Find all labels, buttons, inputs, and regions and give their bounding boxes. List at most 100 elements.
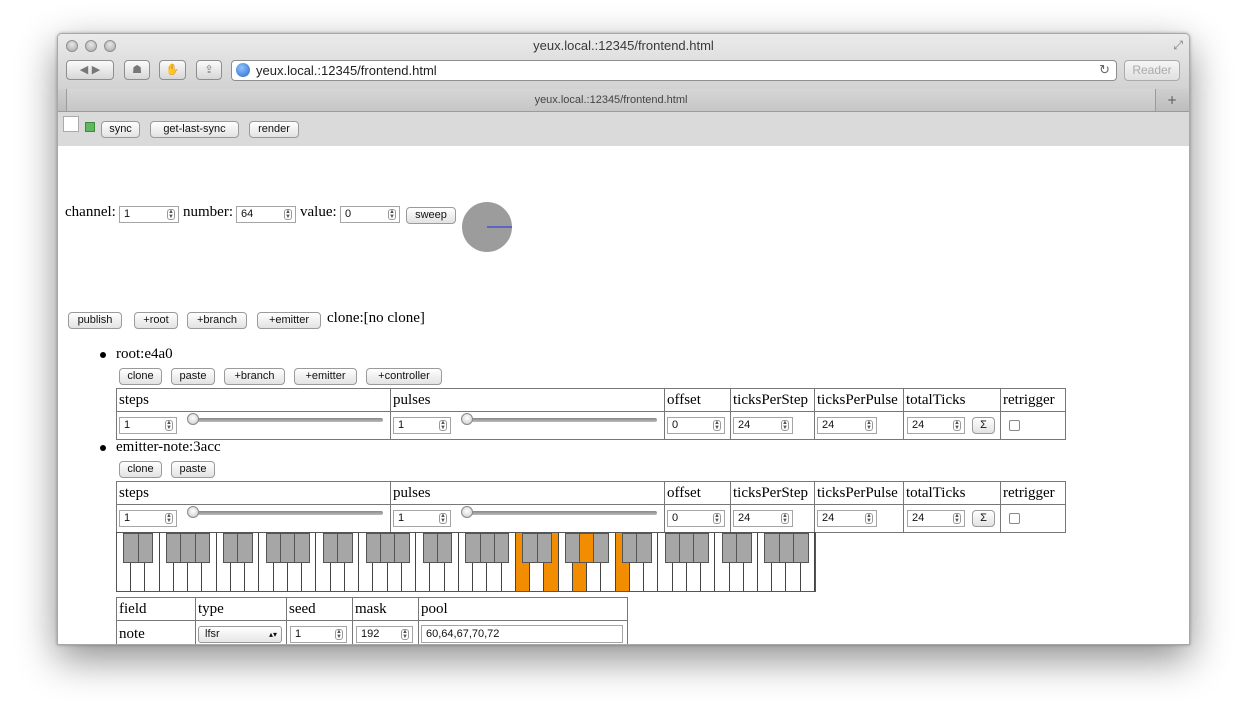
black-key[interactable] xyxy=(237,533,254,563)
root-ticks-per-pulse-input[interactable]: 24 ▲ ▼ xyxy=(817,417,877,434)
pool-cell: 60,64,67,70,72 xyxy=(418,620,628,644)
channel-input[interactable]: 1 ▲ ▼ xyxy=(119,206,179,223)
forward-icon[interactable]: ▶ xyxy=(92,63,100,76)
black-key[interactable] xyxy=(693,533,709,563)
emitter-sum-button[interactable]: Σ xyxy=(972,510,995,527)
reader-button[interactable]: Reader xyxy=(1124,60,1180,81)
header-pulses: pulses xyxy=(390,481,665,505)
root-add-branch-button[interactable]: +branch xyxy=(224,368,285,385)
emitter-total-ticks-input[interactable]: 24 ▲ ▼ xyxy=(907,510,965,527)
root-offset-input[interactable]: 0 ▲ ▼ xyxy=(667,417,725,434)
header-ticks-per-pulse: ticksPerPulse xyxy=(814,388,904,412)
black-key[interactable] xyxy=(593,533,610,563)
header-offset: offset xyxy=(664,481,731,505)
slider-handle[interactable] xyxy=(461,413,473,425)
emitter-pulses-input[interactable]: 1 ▲ ▼ xyxy=(393,510,451,527)
clone-status: clone:[no clone] xyxy=(327,310,425,326)
add-branch-button[interactable]: +branch xyxy=(187,312,247,329)
value-input[interactable]: 0 ▲ ▼ xyxy=(340,206,400,223)
header-ticks-per-step: ticksPerStep xyxy=(730,481,815,505)
black-key[interactable] xyxy=(337,533,353,563)
root-steps-input[interactable]: 1 ▲ ▼ xyxy=(119,417,177,434)
offset-cell: 0 ▲ ▼ xyxy=(664,504,731,533)
address-bar[interactable]: yeux.local.:12345/frontend.html ↻ xyxy=(231,60,1117,81)
window-title: yeux.local.:12345/frontend.html xyxy=(533,38,714,53)
active-tab[interactable]: yeux.local.:12345/frontend.html xyxy=(66,89,1156,111)
root-add-controller-button[interactable]: +controller xyxy=(366,368,442,385)
publish-button[interactable]: publish xyxy=(68,312,122,329)
note-seed-input[interactable]: 1 ▲ ▼ xyxy=(290,626,347,643)
steps-cell: 1 ▲ ▼ xyxy=(116,411,391,440)
black-key[interactable] xyxy=(792,533,809,563)
header-retrigger: retrigger xyxy=(1000,388,1066,412)
steps-cell: 1 ▲ ▼ xyxy=(116,504,391,533)
note-mask-input[interactable]: 192 ▲ ▼ xyxy=(356,626,413,643)
address-text[interactable]: yeux.local.:12345/frontend.html xyxy=(256,61,437,80)
ticks-per-pulse-cell: 24 ▲ ▼ xyxy=(814,411,904,440)
rotary-knob[interactable] xyxy=(461,201,513,253)
adblock-icon[interactable]: ✋ xyxy=(159,60,186,80)
black-key[interactable] xyxy=(436,533,453,563)
stepper-icon: ▲ ▼ xyxy=(713,420,721,431)
emitter-ticks-per-pulse-input[interactable]: 24 ▲ ▼ xyxy=(817,510,877,527)
stepper-icon: ▲ ▼ xyxy=(953,513,961,524)
title-bar: yeux.local.:12345/frontend.html ⤢ ◀ ▶ ☗ … xyxy=(58,34,1189,90)
note-type-select[interactable]: lfsr ▴▾ xyxy=(198,626,282,643)
emitter-clone-button[interactable]: clone xyxy=(119,461,162,478)
emitter-paste-button[interactable]: paste xyxy=(171,461,215,478)
root-pulses-slider[interactable] xyxy=(461,413,657,425)
root-steps-slider[interactable] xyxy=(187,413,383,425)
header-steps: steps xyxy=(116,481,391,505)
black-key[interactable] xyxy=(194,533,211,563)
channel-label: channel: xyxy=(65,204,116,220)
black-key[interactable] xyxy=(394,533,410,563)
emitter-ticks-per-step-input[interactable]: 24 ▲ ▼ xyxy=(733,510,793,527)
root-add-emitter-button[interactable]: +emitter xyxy=(294,368,357,385)
root-pulses-input[interactable]: 1 ▲ ▼ xyxy=(393,417,451,434)
emitter-offset-input[interactable]: 0 ▲ ▼ xyxy=(667,510,725,527)
share-icon[interactable]: ⇪ xyxy=(196,60,222,80)
connection-indicator xyxy=(85,122,95,132)
emitter-steps-slider[interactable] xyxy=(187,506,383,518)
sync-button[interactable]: sync xyxy=(101,121,140,138)
reload-icon[interactable]: ↻ xyxy=(1099,61,1110,80)
emitter-steps-input[interactable]: 1 ▲ ▼ xyxy=(119,510,177,527)
back-forward-buttons[interactable]: ◀ ▶ xyxy=(66,60,114,80)
root-total-ticks-input[interactable]: 24 ▲ ▼ xyxy=(907,417,965,434)
root-retrigger-checkbox[interactable] xyxy=(1009,420,1020,431)
emitter-pulses-slider[interactable] xyxy=(461,506,657,518)
black-key[interactable] xyxy=(636,533,652,563)
add-root-button[interactable]: +root xyxy=(134,312,178,329)
root-sum-button[interactable]: Σ xyxy=(972,417,995,434)
ticks-per-step-cell: 24 ▲ ▼ xyxy=(730,504,815,533)
pulses-cell: 1 ▲ ▼ xyxy=(390,504,665,533)
note-pool-input[interactable]: 60,64,67,70,72 xyxy=(421,625,623,643)
number-input[interactable]: 64 ▲ ▼ xyxy=(236,206,296,223)
slider-handle[interactable] xyxy=(461,506,473,518)
black-key[interactable] xyxy=(536,533,553,563)
black-key[interactable] xyxy=(137,533,154,563)
sweep-button[interactable]: sweep xyxy=(406,207,456,224)
get-last-sync-button[interactable]: get-last-sync xyxy=(150,121,239,138)
root-paste-button[interactable]: paste xyxy=(171,368,215,385)
render-button[interactable]: render xyxy=(249,121,299,138)
black-key[interactable] xyxy=(735,533,752,563)
root-ticks-per-step-input[interactable]: 24 ▲ ▼ xyxy=(733,417,793,434)
header-type: type xyxy=(195,597,287,621)
add-emitter-button[interactable]: +emitter xyxy=(257,312,321,329)
slider-handle[interactable] xyxy=(187,506,199,518)
black-key[interactable] xyxy=(294,533,310,563)
fullscreen-icon[interactable]: ⤢ xyxy=(1173,38,1183,53)
mask-cell: 192 ▲ ▼ xyxy=(352,620,419,644)
stepper-icon: ▲ ▼ xyxy=(439,513,447,524)
ghostery-icon[interactable]: ☗ xyxy=(124,60,150,80)
emitter-retrigger-checkbox[interactable] xyxy=(1009,513,1020,524)
stepper-icon: ▲ ▼ xyxy=(401,629,409,640)
back-icon[interactable]: ◀ xyxy=(80,63,88,76)
status-square[interactable] xyxy=(63,116,79,132)
slider-handle[interactable] xyxy=(187,413,199,425)
piano-keyboard[interactable] xyxy=(116,532,816,592)
black-key[interactable] xyxy=(493,533,510,563)
root-clone-button[interactable]: clone xyxy=(119,368,162,385)
new-tab-icon[interactable]: + xyxy=(1159,89,1185,111)
